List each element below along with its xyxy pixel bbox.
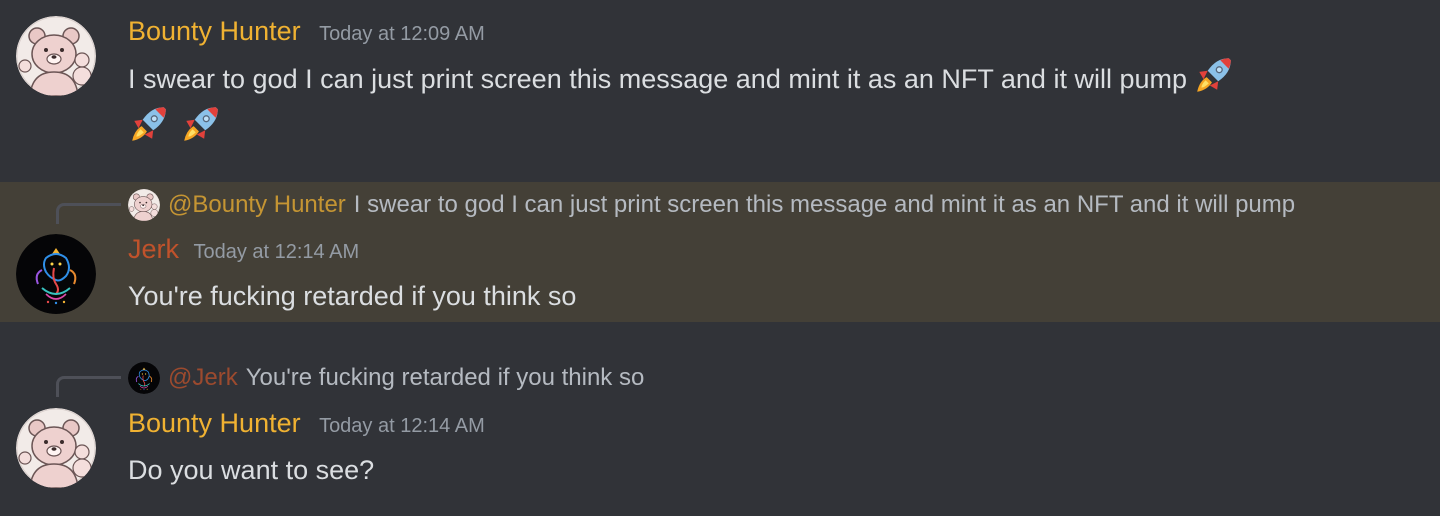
timestamp: Today at 12:14 AM (319, 415, 485, 437)
message-header: Bounty Hunter Today at 12:14 AM (128, 408, 485, 439)
rocket-emoji-icon (180, 103, 222, 145)
message-text: I swear to god I can just print screen t… (128, 64, 1187, 94)
username[interactable]: Bounty Hunter (128, 408, 301, 438)
reply-text: I swear to god I can just print screen t… (353, 191, 1296, 218)
message-text: You're fucking retarded if you think so (128, 281, 577, 311)
timestamp: Today at 12:14 AM (193, 241, 360, 263)
reply-mention[interactable]: @Bounty Hunter (168, 191, 346, 219)
chat-message-list: Bounty Hunter Today at 12:09 AM I swear … (0, 0, 1440, 516)
avatar[interactable] (16, 16, 96, 96)
ganesha-avatar-icon (16, 234, 96, 314)
bear-avatar-icon (128, 189, 160, 221)
reply-preview[interactable]: @Bounty Hunter I swear to god I can just… (128, 189, 1295, 221)
ganesha-avatar-icon (128, 362, 160, 394)
username[interactable]: Jerk (128, 234, 179, 264)
reply-text: You're fucking retarded if you think so (245, 364, 645, 391)
message-content: I swear to god I can just print screen t… (128, 54, 1235, 152)
username[interactable]: Bounty Hunter (128, 16, 301, 46)
reply-connector (56, 376, 121, 397)
avatar[interactable] (16, 234, 96, 314)
timestamp: Today at 12:09 AM (319, 23, 485, 45)
message-item[interactable]: @Jerk You're fucking retarded if you thi… (0, 352, 1440, 516)
reply-preview[interactable]: @Jerk You're fucking retarded if you thi… (128, 362, 644, 394)
bear-avatar-icon (16, 16, 96, 96)
message-item-highlighted[interactable]: @Bounty Hunter I swear to god I can just… (0, 182, 1440, 322)
message-header: Bounty Hunter Today at 12:09 AM (128, 16, 485, 47)
reply-mention[interactable]: @Jerk (168, 364, 238, 392)
message-content: Do you want to see? (128, 446, 374, 494)
rocket-emoji-icon (1193, 54, 1235, 96)
message-item[interactable]: Bounty Hunter Today at 12:09 AM I swear … (0, 0, 1440, 170)
message-text: Do you want to see? (128, 455, 375, 485)
reply-avatar (128, 189, 160, 221)
message-content: You're fucking retarded if you think so (128, 272, 576, 320)
bear-avatar-icon (16, 408, 96, 488)
rocket-emoji-icon (128, 103, 170, 145)
reply-connector (56, 203, 121, 224)
avatar[interactable] (16, 408, 96, 488)
reply-avatar (128, 362, 160, 394)
message-header: Jerk Today at 12:14 AM (128, 234, 359, 265)
